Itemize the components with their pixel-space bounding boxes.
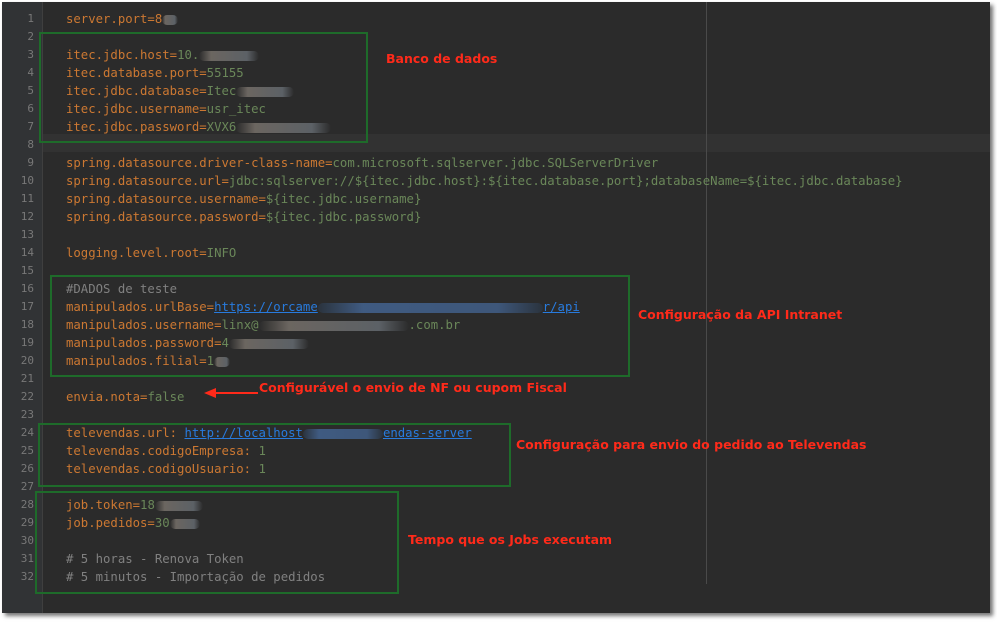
code-token: spring.datasource.password= — [66, 210, 266, 224]
box-televendas — [38, 423, 511, 487]
code-line[interactable]: spring.datasource.url=jdbc:sqlserver://$… — [66, 172, 903, 190]
code-token: false — [147, 390, 185, 404]
code-token: INFO — [206, 246, 237, 260]
line-number: 6 — [27, 102, 34, 115]
line-number: 5 — [27, 84, 34, 97]
line-number: 17 — [20, 300, 34, 313]
redacted-text — [162, 14, 179, 25]
line-number: 14 — [20, 246, 34, 259]
line-number: 25 — [20, 444, 34, 457]
line-number: 20 — [20, 354, 34, 367]
code-line[interactable]: server.port=8 — [66, 10, 179, 28]
annotation-jobs: Tempo que os Jobs executam — [408, 532, 613, 547]
annotation-banco-de-dados: Banco de dados — [386, 51, 498, 66]
line-number: 31 — [20, 552, 34, 565]
line-number: 19 — [20, 336, 34, 349]
arrow-left-icon — [204, 388, 258, 398]
code-line[interactable]: spring.datasource.driver-class-name=com.… — [66, 154, 658, 172]
box-jobs — [35, 491, 399, 594]
code-token: ${itec.jdbc.password} — [265, 210, 422, 224]
code-token: com.microsoft.sqlserver.jdbc.SQLServerDr… — [332, 156, 659, 170]
code-token: envia.nota= — [66, 390, 148, 404]
line-number: 8 — [27, 138, 34, 151]
line-number: 32 — [20, 570, 34, 583]
line-number: 18 — [20, 318, 34, 331]
line-number: 13 — [20, 228, 34, 241]
code-line[interactable]: envia.nota=false — [66, 388, 184, 406]
line-number: 29 — [20, 516, 34, 529]
code-token: spring.datasource.driver-class-name= — [66, 156, 333, 170]
code-token: logging.level.root= — [66, 246, 207, 260]
code-token: spring.datasource.username= — [66, 192, 266, 206]
line-number: 16 — [20, 282, 34, 295]
code-line[interactable]: spring.datasource.username=${itec.jdbc.u… — [66, 190, 421, 208]
line-number: 2 — [27, 30, 34, 43]
line-number: 22 — [20, 390, 34, 403]
line-number: 1 — [27, 12, 34, 25]
annotation-televendas: Configuração para envio do pedido ao Tel… — [516, 437, 867, 452]
line-number: 7 — [27, 120, 34, 133]
line-number: 30 — [20, 534, 34, 547]
code-line[interactable]: logging.level.root=INFO — [66, 244, 236, 262]
code-token: server.port=8 — [66, 12, 163, 26]
line-number: 3 — [27, 48, 34, 61]
annotation-envio-nota: Configurável o envio de NF ou cupom Fisc… — [259, 380, 567, 395]
right-margin-guide — [706, 2, 707, 584]
line-number: 28 — [20, 498, 34, 511]
line-number: 12 — [20, 210, 34, 223]
line-number: 26 — [20, 462, 34, 475]
code-token: ${itec.jdbc.username} — [265, 192, 422, 206]
box-banco-de-dados — [39, 32, 368, 143]
code-token: spring.datasource.url= — [66, 174, 229, 188]
code-token: jdbc:sqlserver://${itec.jdbc.host}:${ite… — [228, 174, 903, 188]
annotation-api-intranet: Configuração da API Intranet — [638, 307, 843, 322]
line-number: 4 — [27, 66, 34, 79]
line-number: 11 — [20, 192, 34, 205]
line-number: 27 — [20, 480, 34, 493]
line-number: 10 — [20, 174, 34, 187]
line-number: 24 — [20, 426, 34, 439]
line-number: 9 — [27, 156, 34, 169]
line-number: 23 — [20, 408, 34, 421]
line-number: 21 — [20, 372, 34, 385]
code-line[interactable]: spring.datasource.password=${itec.jdbc.p… — [66, 208, 421, 226]
line-number: 15 — [20, 264, 34, 277]
box-api-intranet — [50, 275, 630, 377]
